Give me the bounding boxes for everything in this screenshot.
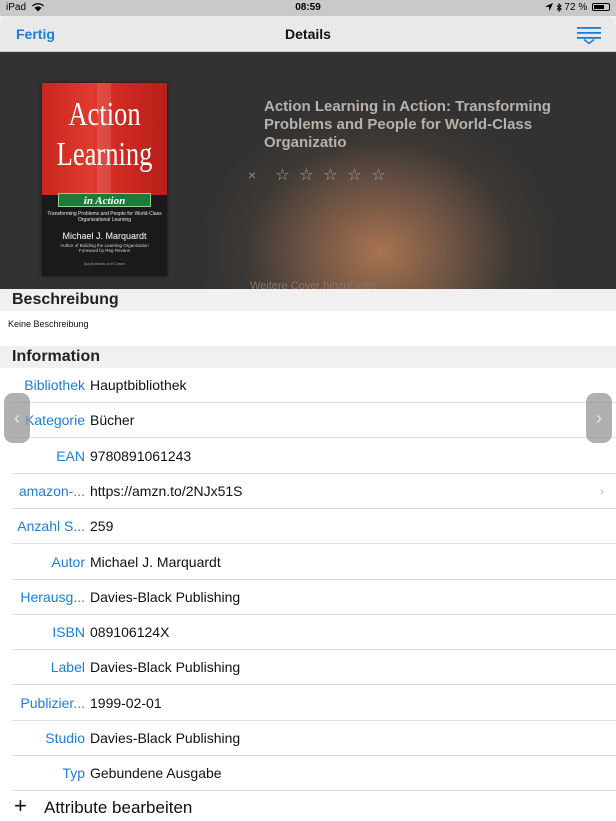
info-value: 259 — [90, 518, 114, 535]
info-key: Autor — [51, 553, 85, 570]
star-icon[interactable]: ☆ — [294, 165, 318, 185]
status-right: 72 % — [544, 2, 610, 13]
cover-tagline: Transforming Problems and People for Wor… — [47, 211, 162, 223]
star-icon[interactable]: ☆ — [270, 165, 294, 185]
cover-header: Action Learning in Action Transforming P… — [0, 52, 616, 289]
info-key: Anzahl S... — [17, 518, 85, 535]
description-text: Keine Beschreibung — [0, 311, 616, 345]
status-bar: iPad 08:59 72 % — [0, 0, 616, 16]
chevron-right-icon[interactable]: › — [600, 484, 604, 498]
star-icon[interactable]: ☆ — [342, 165, 366, 185]
info-key: Studio — [45, 730, 85, 746]
book-cover[interactable]: Action Learning in Action Transforming P… — [42, 83, 167, 276]
info-value: 089106124X — [90, 624, 170, 641]
info-value: 1999-02-01 — [90, 694, 162, 711]
cover-bottom-text: Applications and Cases — [83, 261, 126, 266]
info-value: https://amzn.to/2NJx51S — [90, 482, 243, 499]
cover-title-line2: Learning — [56, 136, 153, 173]
info-row[interactable]: Bibliothek Hauptbibliothek — [0, 368, 616, 403]
cover-foreword-line: Foreword by Reg Revans — [78, 248, 131, 253]
status-time: 08:59 — [295, 2, 321, 13]
info-row[interactable]: Kategorie Bücher — [0, 403, 616, 439]
item-title: Action Learning in Action: Transforming … — [264, 98, 551, 151]
info-value: Davies-Black Publishing — [90, 588, 241, 605]
info-row[interactable]: Typ Gebundene Ausgabe — [0, 756, 616, 792]
info-key: Publizier... — [20, 694, 85, 711]
info-row[interactable]: ISBN 089106124X — [0, 615, 616, 651]
edit-attributes-label: Attribute bearbeiten — [44, 798, 193, 817]
cover-badge: in Action — [58, 193, 151, 207]
previous-item-button[interactable]: ‹ — [4, 393, 30, 443]
info-row[interactable]: Anzahl S... 259 — [0, 509, 616, 545]
description-header: Beschreibung — [0, 289, 616, 311]
rating-control[interactable]: × ☆ ☆ ☆ ☆ ☆ — [248, 165, 390, 185]
page-title: Details — [285, 26, 331, 42]
info-row[interactable]: Publizier... 1999-02-01 — [0, 685, 616, 721]
battery-percent: 72 % — [564, 2, 588, 13]
clear-rating-icon[interactable]: × — [248, 167, 262, 183]
info-key: amazon-... — [18, 482, 85, 499]
info-key: ISBN — [52, 624, 85, 641]
info-key: Label — [50, 659, 85, 676]
info-key: EAN — [56, 447, 85, 464]
chevron-left-icon: ‹ — [14, 408, 20, 428]
info-key: Herausg... — [20, 588, 85, 605]
info-value: Davies-Black Publishing — [90, 730, 241, 746]
cover-author: Michael J. Marquardt — [62, 231, 147, 241]
info-row[interactable]: Label Davies-Black Publishing — [0, 650, 616, 686]
chevron-right-icon: › — [596, 408, 602, 428]
plus-icon: + — [14, 793, 27, 818]
star-icon[interactable]: ☆ — [366, 165, 390, 185]
details-sheet: Fertig Details Action Learning in Action… — [0, 16, 616, 821]
info-row[interactable]: Studio Davies-Black Publishing — [0, 721, 616, 756]
battery-icon — [592, 3, 610, 12]
filter-lines-icon[interactable] — [576, 24, 602, 44]
navigation-bar: Fertig Details — [0, 16, 616, 52]
cover-title-line1: Action — [68, 96, 141, 133]
star-icon[interactable]: ☆ — [318, 165, 342, 185]
done-button[interactable]: Fertig — [16, 26, 55, 42]
bluetooth-icon — [556, 2, 562, 13]
info-row[interactable]: Autor Michael J. Marquardt — [0, 544, 616, 580]
info-value: Davies-Black Publishing — [90, 659, 241, 676]
info-value: 9780891061243 — [90, 447, 192, 464]
information-header: Information — [0, 346, 616, 368]
info-key: Typ — [62, 765, 85, 782]
info-value: Hauptbibliothek — [90, 377, 187, 393]
info-row[interactable]: Herausg... Davies-Black Publishing — [0, 579, 616, 615]
location-icon — [544, 3, 553, 12]
info-row[interactable]: EAN 9780891061243 — [0, 438, 616, 474]
info-value: Michael J. Marquardt — [90, 553, 221, 570]
edit-attributes-button[interactable]: + Attribute bearbeiten — [0, 792, 616, 821]
info-value: Gebundene Ausgabe — [90, 765, 222, 782]
add-cover-button[interactable]: Weitere Cover hinzufügen — [250, 280, 377, 289]
next-item-button[interactable]: › — [586, 393, 612, 443]
info-row[interactable]: amazon-... https://amzn.to/2NJx51S › — [0, 473, 616, 509]
cover-foreword: Author of Building the Learning Organiza… — [42, 243, 167, 253]
info-value: Bücher — [90, 412, 135, 429]
